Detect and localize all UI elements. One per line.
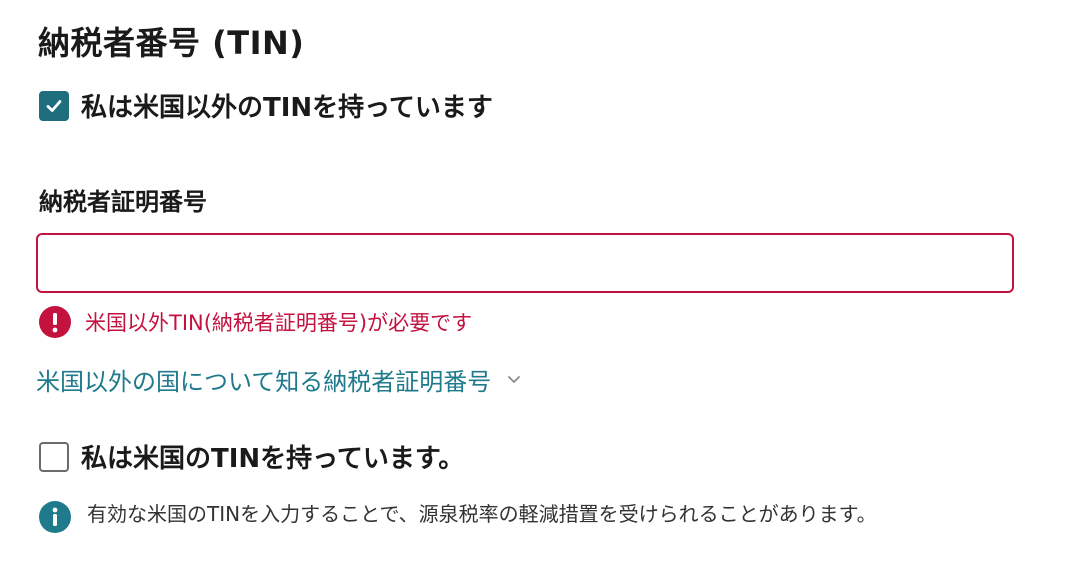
foreign-tin-info-link[interactable]: 米国以外の国について知る納税者証明番号: [36, 362, 521, 397]
foreign-tin-checkbox[interactable]: [39, 90, 69, 121]
error-message-row: 米国以外TIN(納税者証明番号)が必要です: [39, 306, 472, 338]
us-tin-checkbox-label: 私は米国のTINを持っています。: [81, 444, 465, 474]
us-tin-checkbox[interactable]: [39, 441, 69, 472]
info-message: 有効な米国のTINを入力することで、源泉税率の軽減措置を受けられることがあります…: [87, 502, 877, 526]
checkmark-icon: [46, 99, 62, 112]
foreign-tin-info-link-label: 米国以外の国について知る納税者証明番号: [36, 368, 492, 396]
tin-input[interactable]: [36, 233, 1014, 293]
section-title: 納税者番号 (TIN): [38, 24, 305, 62]
tin-field-label: 納税者証明番号: [39, 188, 207, 216]
error-icon: [39, 306, 71, 338]
chevron-down-icon: [507, 375, 521, 385]
foreign-tin-checkbox-label: 私は米国以外のTINを持っています: [81, 93, 493, 123]
info-icon: [39, 501, 71, 533]
us-tin-checkbox-row[interactable]: 私は米国のTINを持っています。: [39, 438, 464, 475]
foreign-tin-checkbox-row[interactable]: 私は米国以外のTINを持っています: [39, 87, 493, 124]
error-message: 米国以外TIN(納税者証明番号)が必要です: [85, 311, 473, 335]
info-message-row: 有効な米国のTINを入力することで、源泉税率の軽減措置を受けられることがあります…: [39, 498, 1007, 533]
